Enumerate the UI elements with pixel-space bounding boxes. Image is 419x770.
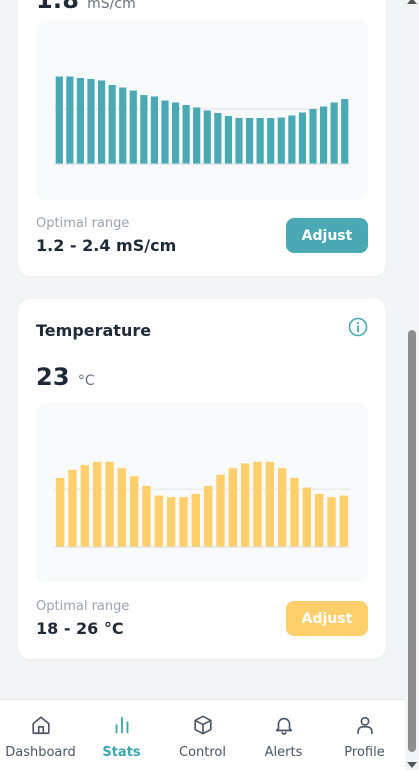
chart-bar bbox=[216, 474, 225, 547]
nav-item-control[interactable]: Control bbox=[162, 700, 243, 770]
scrollbar-thumb[interactable] bbox=[408, 330, 416, 752]
temperature-optimal-label: Optimal range bbox=[36, 599, 130, 614]
user-icon bbox=[356, 716, 373, 735]
bottom-navigation: Dashboard Stats Control Alerts Profile bbox=[0, 699, 405, 770]
nav-label-dashboard: Dashboard bbox=[5, 745, 76, 760]
chart-bar bbox=[235, 118, 243, 164]
ec-adjust-button[interactable]: Adjust bbox=[286, 218, 368, 253]
nav-label-profile: Profile bbox=[344, 745, 385, 760]
ec-chart bbox=[36, 20, 368, 200]
chart-bar bbox=[140, 95, 148, 164]
chart-bar bbox=[68, 469, 77, 547]
nav-item-stats[interactable]: Stats bbox=[81, 700, 162, 770]
chart-bar bbox=[214, 113, 222, 164]
nav-label-alerts: Alerts bbox=[264, 745, 303, 760]
chart-bar bbox=[66, 76, 74, 164]
temperature-card: Temperature 23 °C Optimal range 18 - 26 … bbox=[18, 299, 386, 659]
chart-bar bbox=[319, 106, 328, 164]
nav-item-alerts[interactable]: Alerts bbox=[243, 700, 324, 770]
chart-bar bbox=[179, 497, 188, 547]
chart-bar bbox=[97, 80, 106, 164]
chart-bar bbox=[161, 100, 169, 164]
chart-bar bbox=[267, 118, 275, 164]
chart-bar bbox=[277, 117, 285, 164]
chart-bar bbox=[166, 497, 176, 547]
chart-bar bbox=[339, 495, 349, 547]
chart-bar bbox=[298, 112, 307, 164]
stats-screen: 1.8 mS/cm Optimal range 1.2 - 2.4 mS/cm … bbox=[0, 0, 419, 770]
chart-bar bbox=[150, 96, 159, 164]
scrollbar[interactable] bbox=[405, 0, 419, 770]
chart-bar bbox=[105, 461, 114, 547]
chart-bar bbox=[224, 116, 233, 164]
temperature-chart bbox=[36, 403, 368, 583]
chart-bar bbox=[302, 487, 312, 547]
temperature-chart-svg bbox=[54, 461, 350, 548]
chart-bar bbox=[203, 485, 213, 547]
temperature-value: 23 bbox=[36, 363, 70, 391]
chart-bar bbox=[240, 463, 250, 547]
ec-unit: mS/cm bbox=[87, 0, 136, 12]
nav-item-dashboard[interactable]: Dashboard bbox=[0, 700, 81, 770]
chart-bar bbox=[341, 99, 349, 164]
chart-bar bbox=[256, 118, 264, 164]
temperature-adjust-button[interactable]: Adjust bbox=[286, 601, 368, 636]
chart-bar bbox=[228, 468, 238, 547]
ec-optimal-value: 1.2 - 2.4 mS/cm bbox=[36, 236, 177, 255]
chart-bar bbox=[309, 109, 317, 164]
chart-bar bbox=[253, 461, 262, 547]
chart-bar bbox=[87, 79, 95, 164]
bell-icon bbox=[275, 717, 292, 735]
ec-card: 1.8 mS/cm Optimal range 1.2 - 2.4 mS/cm … bbox=[18, 0, 386, 276]
ec-optimal-label: Optimal range bbox=[36, 216, 130, 231]
temperature-optimal-value: 18 - 26 °C bbox=[36, 619, 124, 638]
temperature-title: Temperature bbox=[36, 321, 152, 340]
scroll-up-arrow-icon[interactable] bbox=[407, 0, 417, 4]
chart-bar bbox=[277, 468, 287, 547]
chart-bar bbox=[76, 78, 85, 164]
home-icon bbox=[31, 716, 50, 735]
chart-bar bbox=[154, 495, 164, 547]
chart-bar bbox=[142, 485, 151, 547]
scroll-down-arrow-icon[interactable] bbox=[407, 762, 417, 768]
nav-label-stats: Stats bbox=[102, 745, 141, 760]
nav-item-profile[interactable]: Profile bbox=[324, 700, 405, 770]
chart-bar bbox=[203, 110, 211, 164]
chart-bar bbox=[119, 87, 127, 164]
chart-bar bbox=[290, 477, 299, 547]
chart-bar bbox=[191, 493, 201, 547]
nav-label-control: Control bbox=[179, 745, 226, 760]
ec-value-row: 1.8 mS/cm bbox=[36, 0, 136, 14]
chart-bar bbox=[55, 76, 63, 164]
ec-value: 1.8 bbox=[36, 0, 80, 14]
chart-bar bbox=[265, 461, 275, 547]
chart-bar bbox=[108, 85, 116, 164]
info-icon[interactable] bbox=[348, 317, 368, 337]
chart-bar bbox=[55, 477, 65, 547]
chart-bar bbox=[171, 102, 180, 164]
chart-bar bbox=[129, 90, 137, 164]
chart-bar bbox=[182, 105, 190, 164]
chart-bar bbox=[193, 107, 201, 164]
chart-bar bbox=[314, 493, 324, 547]
chart-bar bbox=[80, 465, 90, 547]
bar-chart-icon bbox=[115, 716, 128, 734]
temperature-value-row: 23 °C bbox=[36, 363, 95, 391]
chart-bar bbox=[288, 115, 296, 164]
chart-bar bbox=[117, 468, 127, 547]
ec-chart-svg bbox=[54, 76, 350, 165]
temperature-unit: °C bbox=[77, 373, 95, 389]
chart-bar bbox=[92, 461, 102, 547]
cube-icon bbox=[193, 715, 212, 735]
chart-bar bbox=[330, 102, 338, 164]
chart-bar bbox=[327, 497, 336, 547]
chart-bar bbox=[129, 476, 139, 547]
chart-bar bbox=[245, 118, 254, 164]
